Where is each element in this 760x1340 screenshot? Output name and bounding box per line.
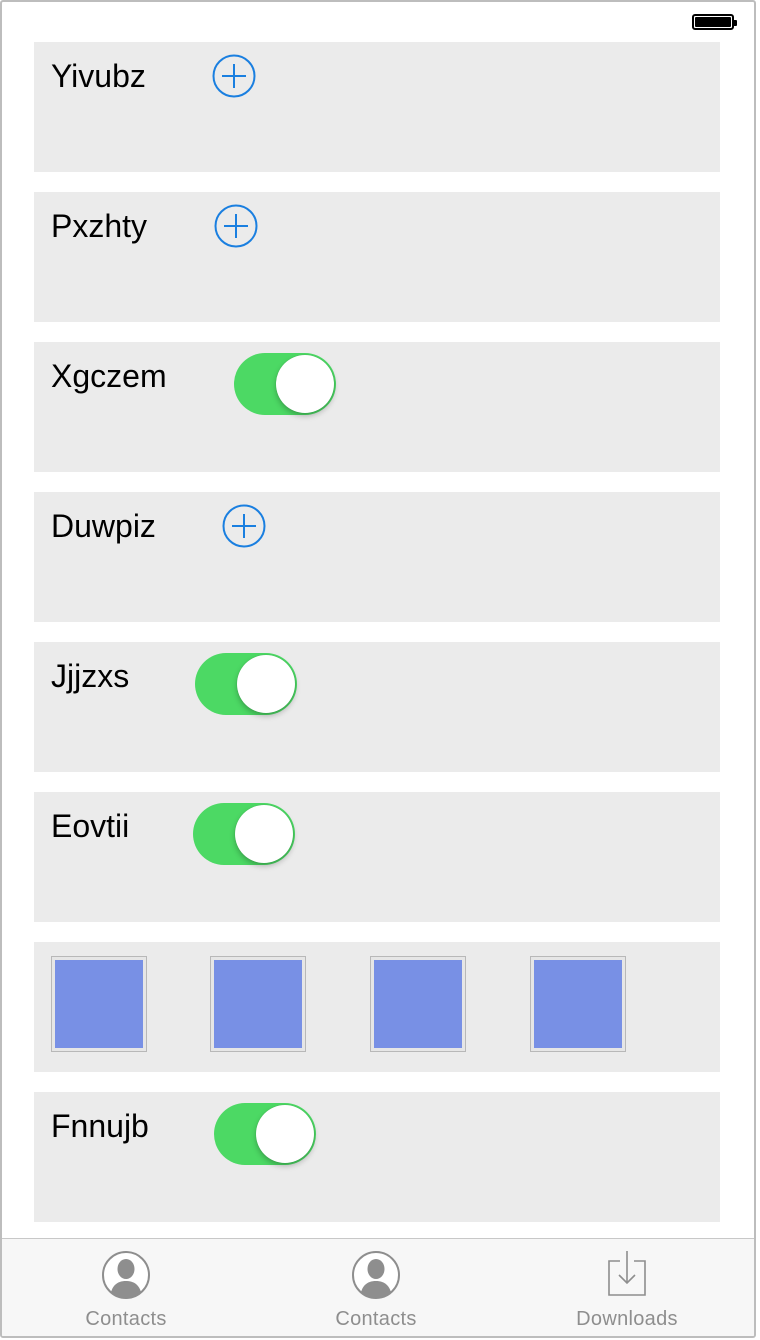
row-label: Fnnujb bbox=[51, 1108, 149, 1144]
image-tile[interactable] bbox=[370, 956, 466, 1052]
download-tray-icon bbox=[601, 1249, 653, 1301]
list-row-fnnujb: Fnnujb bbox=[34, 1092, 720, 1222]
row-label: Pxzhty bbox=[51, 208, 148, 244]
row-label: Duwpiz bbox=[51, 508, 156, 544]
toggle-knob bbox=[256, 1105, 314, 1163]
list-row-xgczem: Xgczem bbox=[34, 342, 720, 472]
list-row-yivubz: Yivubz bbox=[34, 42, 720, 172]
toggle-knob bbox=[237, 655, 295, 713]
row-label: Yivubz bbox=[51, 58, 146, 94]
list-row-tiles bbox=[34, 942, 720, 1072]
image-tile[interactable] bbox=[530, 956, 626, 1052]
row-label: Eovtii bbox=[51, 808, 130, 844]
contact-person-icon bbox=[350, 1249, 402, 1301]
add-button[interactable] bbox=[212, 54, 256, 98]
battery-icon bbox=[692, 14, 737, 30]
toggle-switch[interactable] bbox=[193, 803, 295, 865]
plus-circle-icon bbox=[212, 54, 256, 98]
image-tile[interactable] bbox=[51, 956, 147, 1052]
toggle-switch[interactable] bbox=[234, 353, 336, 415]
add-button[interactable] bbox=[222, 504, 266, 548]
toggle-knob bbox=[235, 805, 293, 863]
tab-contacts-2[interactable]: Contacts bbox=[286, 1239, 466, 1336]
tab-label: Downloads bbox=[576, 1308, 678, 1330]
tab-contacts-1[interactable]: Contacts bbox=[36, 1239, 216, 1336]
tab-bar: Contacts Contacts Downloads bbox=[2, 1238, 754, 1336]
image-tile[interactable] bbox=[210, 956, 306, 1052]
list-row-duwpiz: Duwpiz bbox=[34, 492, 720, 622]
toggle-knob bbox=[276, 355, 334, 413]
toggle-switch[interactable] bbox=[214, 1103, 316, 1165]
list-row-jjjzxs: Jjjzxs bbox=[34, 642, 720, 772]
plus-circle-icon bbox=[222, 504, 266, 548]
plus-circle-icon bbox=[214, 204, 258, 248]
tab-label: Contacts bbox=[335, 1308, 417, 1330]
list-row-eovtii: Eovtii bbox=[34, 792, 720, 922]
app-screen: Yivubz Pxzhty Xgczem Duwpiz Jjjzxs Eovti… bbox=[0, 0, 756, 1338]
contact-person-icon bbox=[100, 1249, 152, 1301]
tab-label: Contacts bbox=[85, 1308, 167, 1330]
list-row-pxzhty: Pxzhty bbox=[34, 192, 720, 322]
toggle-switch[interactable] bbox=[195, 653, 297, 715]
row-label: Jjjzxs bbox=[51, 658, 130, 694]
row-label: Xgczem bbox=[51, 358, 167, 394]
tab-downloads[interactable]: Downloads bbox=[537, 1239, 717, 1336]
add-button[interactable] bbox=[214, 204, 258, 248]
